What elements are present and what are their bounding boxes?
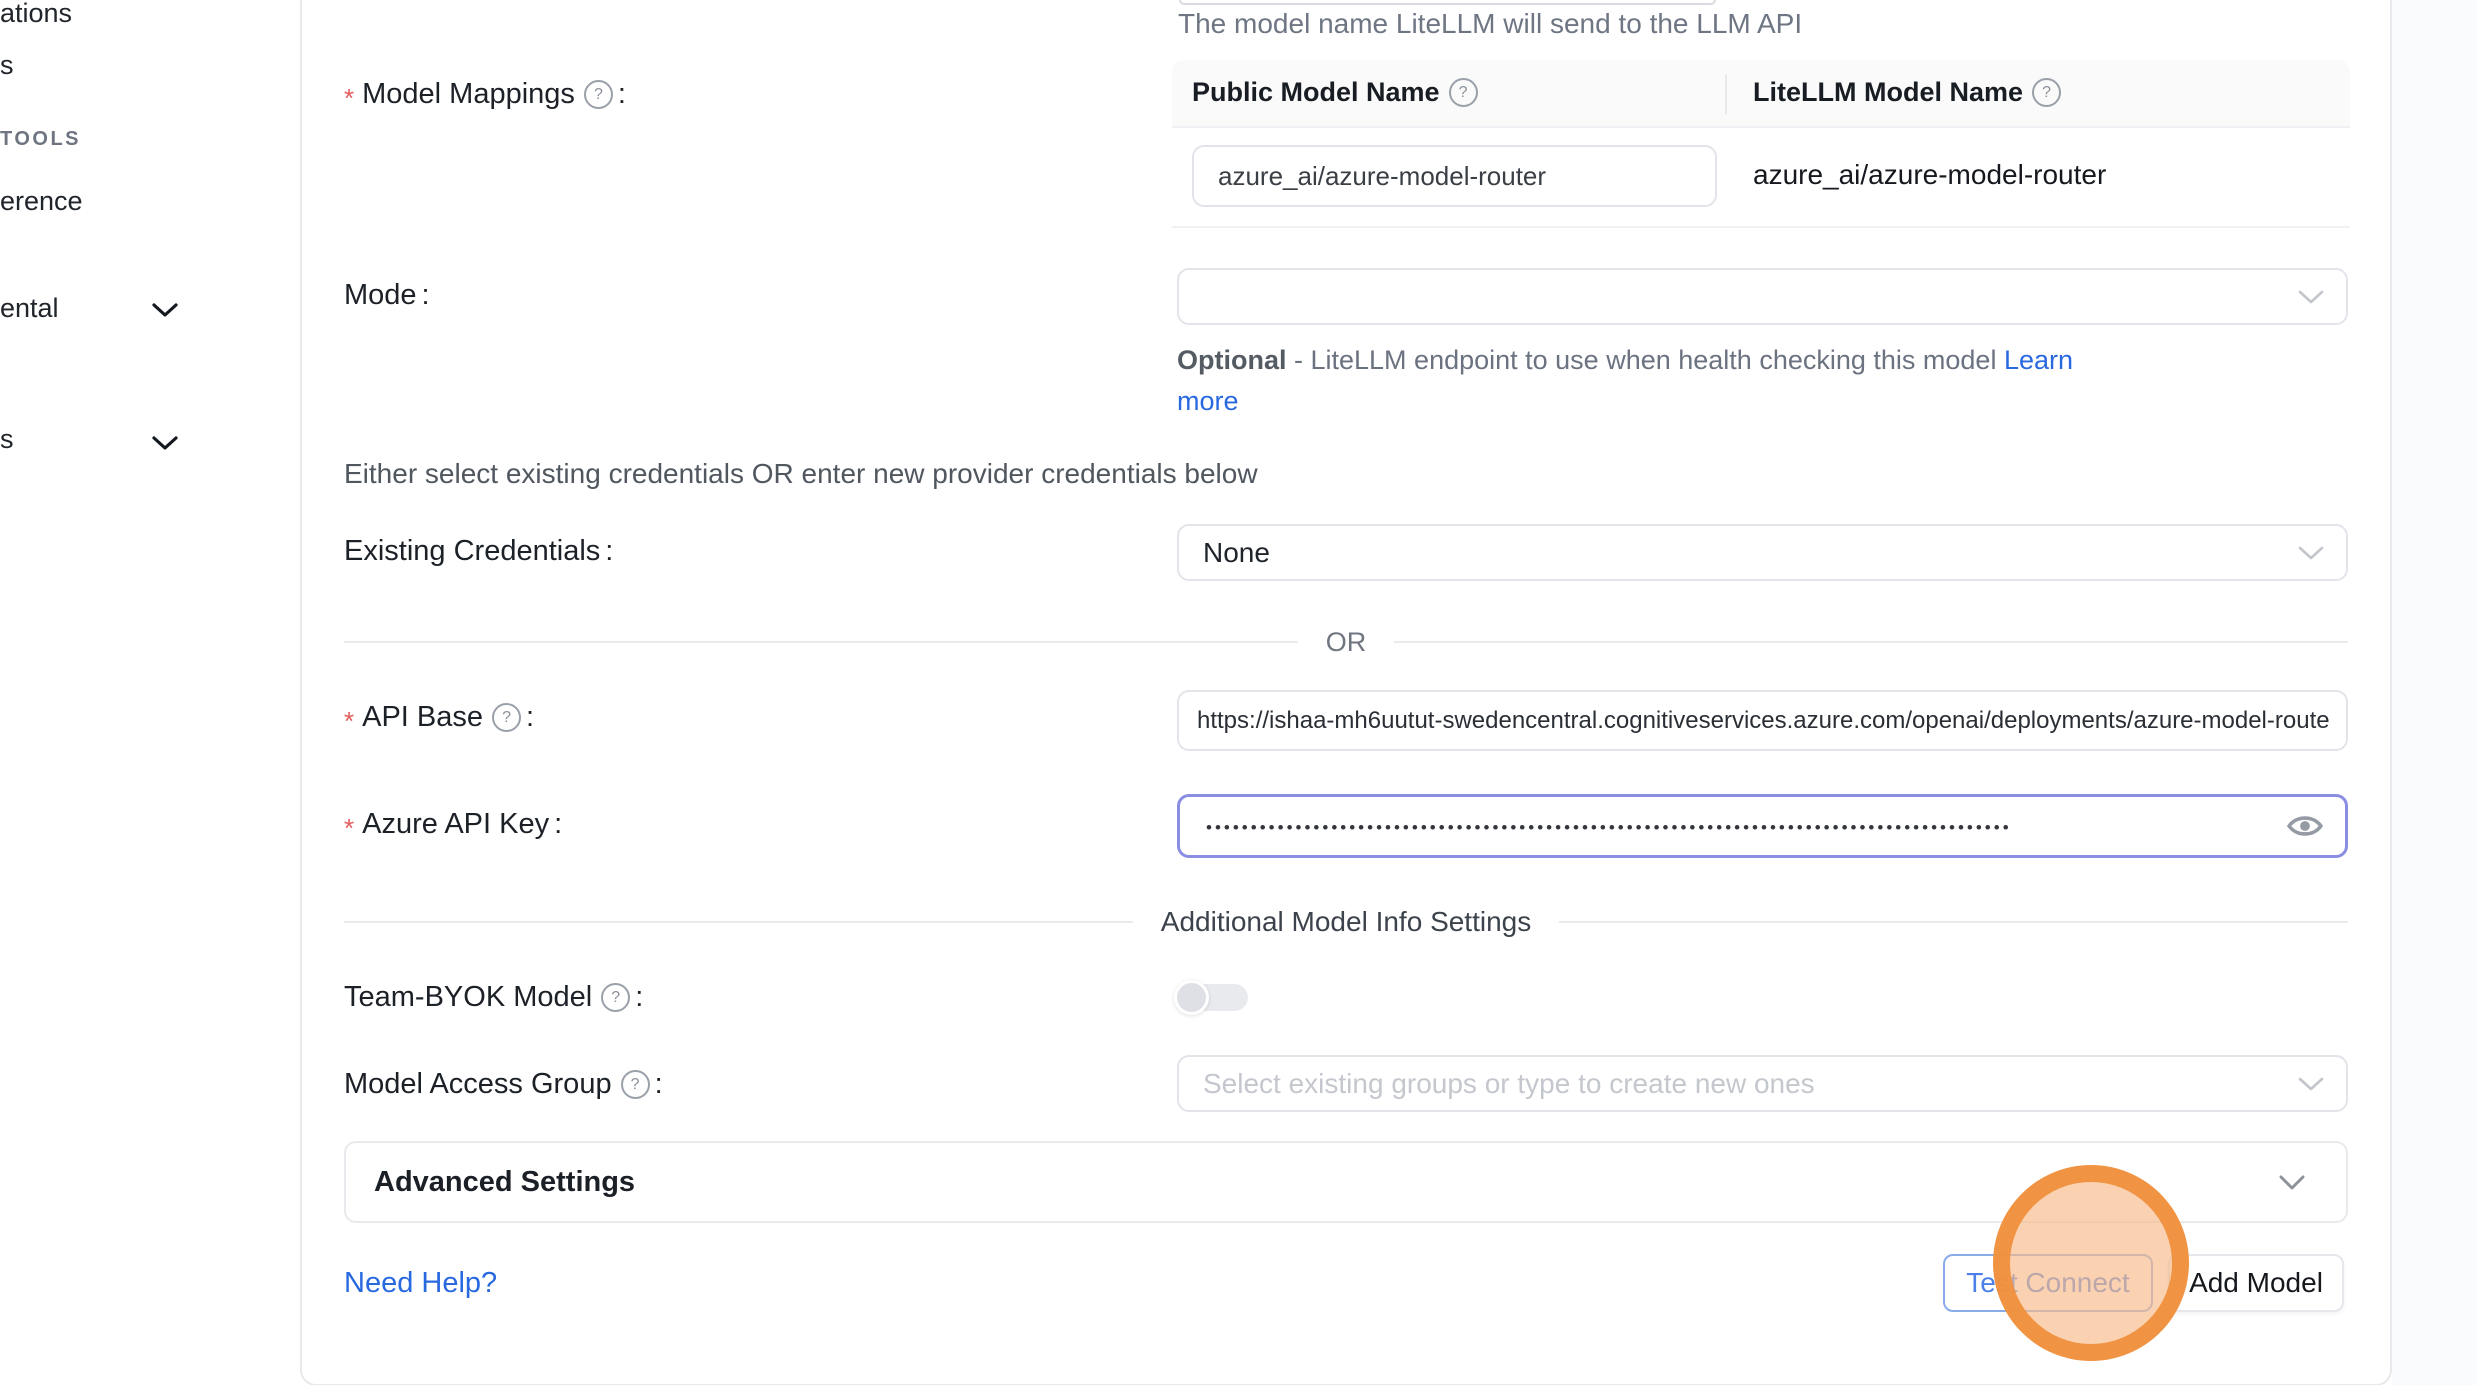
table-bottom-border <box>1172 226 2350 228</box>
label-colon: : <box>618 78 626 111</box>
chevron-down-icon <box>152 435 178 451</box>
column-label: Public Model Name <box>1192 77 1440 108</box>
cropped-input-remnant <box>1179 0 1716 5</box>
label-text: Team-BYOK Model <box>344 981 592 1014</box>
required-asterisk: * <box>344 83 354 114</box>
sidebar-item[interactable]: s <box>0 50 14 81</box>
azure-api-key-input[interactable]: ••••••••••••••••••••••••••••••••••••••••… <box>1177 794 2348 858</box>
divider-line <box>1394 641 2348 643</box>
info-divider: Additional Model Info Settings <box>344 907 2348 937</box>
model-name-hint: The model name LiteLLM will send to the … <box>1178 8 1802 40</box>
label-colon: : <box>554 808 562 841</box>
help-circle-icon[interactable]: ? <box>2032 78 2061 107</box>
page-background-strip <box>2392 0 2477 1385</box>
chevron-down-icon <box>2298 1076 2324 1092</box>
label-colon: : <box>422 279 430 312</box>
api-base-label: * API Base ? : <box>344 701 534 734</box>
select-placeholder: Select existing groups or type to create… <box>1203 1068 1815 1100</box>
toggle-knob <box>1174 980 1209 1015</box>
column-label: LiteLLM Model Name <box>1753 77 2023 108</box>
azure-api-key-label: * Azure API Key : <box>344 808 562 841</box>
sidebar-item-label: s <box>0 424 14 454</box>
label-colon: : <box>526 701 534 734</box>
sidebar-item-settings[interactable]: s <box>0 424 14 455</box>
label-text: Existing Credentials <box>344 535 600 568</box>
column-separator <box>1725 74 1727 114</box>
help-circle-icon[interactable]: ? <box>621 1070 650 1099</box>
add-model-button[interactable]: Add Model <box>2168 1254 2344 1312</box>
model-mappings-label: * Model Mappings ? : <box>344 78 626 111</box>
or-divider: OR <box>344 627 2348 657</box>
divider-text: OR <box>1326 627 1367 658</box>
sidebar-item-experimental[interactable]: ental <box>0 293 59 324</box>
label-text: Mode <box>344 279 417 312</box>
sidebar-item-label: s <box>0 50 14 80</box>
required-asterisk: * <box>344 813 354 844</box>
api-base-input[interactable]: https://ishaa-mh6uutut-swedencentral.cog… <box>1177 690 2348 751</box>
chevron-down-icon <box>2298 289 2324 305</box>
label-text: Azure API Key <box>362 808 549 841</box>
label-text: Model Mappings <box>362 78 575 111</box>
chevron-down-icon <box>2278 1174 2306 1191</box>
help-circle-icon[interactable]: ? <box>601 983 630 1012</box>
chevron-down-icon <box>2298 545 2324 561</box>
help-circle-icon[interactable]: ? <box>1449 78 1478 107</box>
masked-password-value: ••••••••••••••••••••••••••••••••••••••••… <box>1206 818 2012 838</box>
sidebar-section-tools: TOOLS <box>0 128 81 151</box>
select-value: None <box>1203 537 1270 569</box>
existing-credentials-select[interactable]: None <box>1177 524 2348 581</box>
advanced-settings-title: Advanced Settings <box>374 1166 2278 1199</box>
help-circle-icon[interactable]: ? <box>584 80 613 109</box>
credentials-note: Either select existing credentials OR en… <box>344 458 1258 490</box>
chevron-down-icon <box>152 302 178 318</box>
divider-line <box>344 921 1133 923</box>
label-text: API Base <box>362 701 483 734</box>
sidebar-item-label: erence <box>0 186 83 216</box>
col-litellm-model-name: LiteLLM Model Name ? <box>1753 77 2061 108</box>
label-colon: : <box>605 535 613 568</box>
input-value: azure_ai/azure-model-router <box>1218 161 1546 192</box>
divider-line <box>1559 921 2348 923</box>
label-colon: : <box>655 1068 663 1101</box>
helper-bold: Optional <box>1177 345 1287 375</box>
public-model-name-input[interactable]: azure_ai/azure-model-router <box>1192 145 1717 207</box>
required-asterisk: * <box>344 706 354 737</box>
team-byok-label: Team-BYOK Model ? : <box>344 981 643 1014</box>
existing-credentials-label: Existing Credentials : <box>344 535 613 568</box>
mode-label: Mode : <box>344 279 430 312</box>
sidebar-item-organizations[interactable]: ations <box>0 0 72 29</box>
need-help-link[interactable]: Need Help? <box>344 1267 497 1300</box>
col-public-model-name: Public Model Name ? <box>1192 77 1478 108</box>
input-value: https://ishaa-mh6uutut-swedencentral.cog… <box>1197 707 2330 735</box>
sidebar-section-label: TOOLS <box>0 128 81 150</box>
button-label: Add Model <box>2189 1267 2323 1299</box>
label-colon: : <box>635 981 643 1014</box>
sidebar-item-label: ental <box>0 293 59 323</box>
mode-helper-text: Optional - LiteLLM endpoint to use when … <box>1177 340 2077 422</box>
label-text: Model Access Group <box>344 1068 612 1101</box>
click-highlight-ring <box>1993 1165 2189 1361</box>
eye-icon[interactable] <box>2287 813 2323 839</box>
model-access-group-select[interactable]: Select existing groups or type to create… <box>1177 1055 2348 1112</box>
mode-select[interactable] <box>1177 268 2348 325</box>
divider-text: Additional Model Info Settings <box>1161 906 1531 938</box>
divider-line <box>344 641 1298 643</box>
litellm-model-name-value: azure_ai/azure-model-router <box>1753 159 2106 191</box>
helper-rest: - LiteLLM endpoint to use when health ch… <box>1287 345 2004 375</box>
add-model-page: ations s TOOLS erence ental s The model … <box>0 0 2477 1385</box>
model-access-group-label: Model Access Group ? : <box>344 1068 663 1101</box>
sidebar-item-reference[interactable]: erence <box>0 186 83 217</box>
sidebar-item-label: ations <box>0 0 72 28</box>
help-circle-icon[interactable]: ? <box>492 703 521 732</box>
team-byok-toggle[interactable] <box>1178 984 1248 1011</box>
